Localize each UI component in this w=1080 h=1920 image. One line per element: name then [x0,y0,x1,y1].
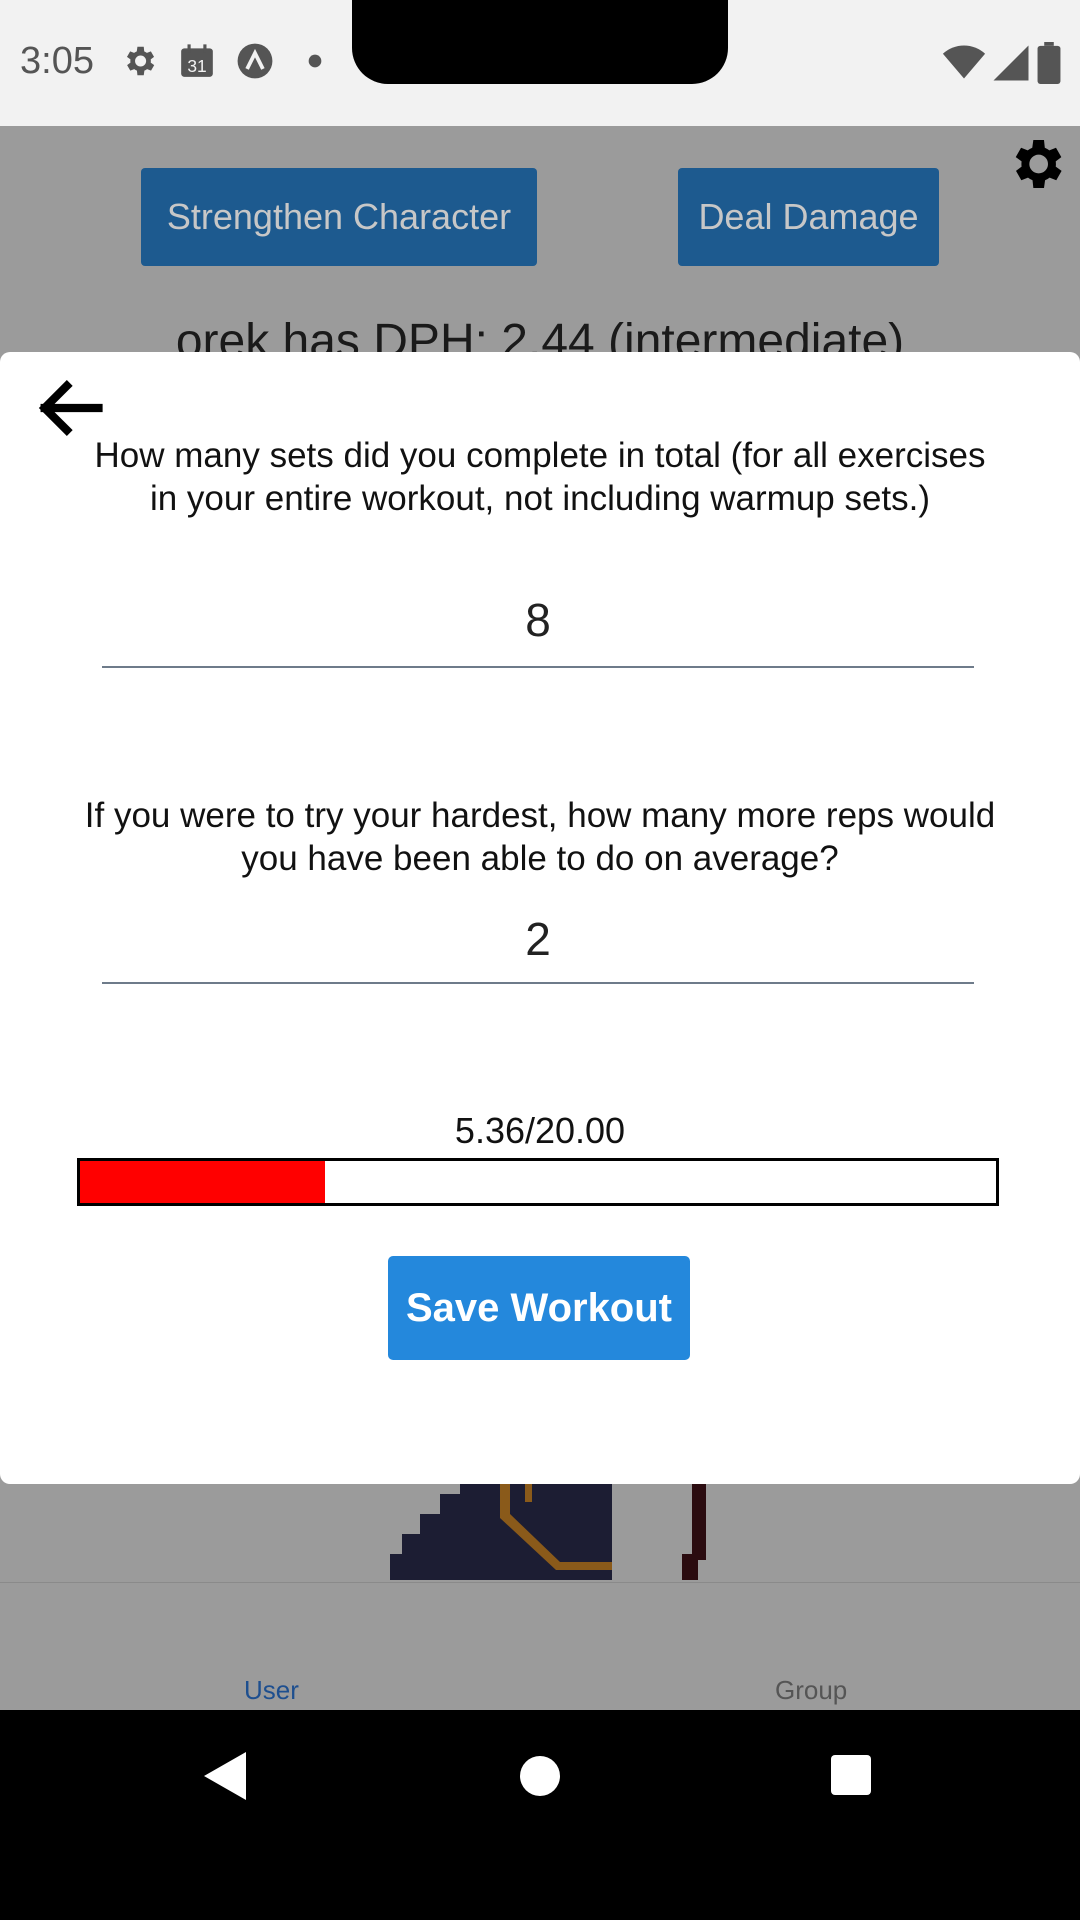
svg-text:31: 31 [187,56,206,76]
save-workout-button[interactable]: Save Workout [388,1256,690,1360]
cellular-signal-icon [993,45,1029,81]
status-time: 3:05 [20,40,94,82]
settings-gear-icon[interactable] [1004,132,1068,196]
system-navigation-bar [0,1710,1080,1920]
reps-question: If you were to try your hardest, how man… [84,796,996,878]
deal-damage-button[interactable]: Deal Damage [678,168,939,266]
bottom-tab-bar: User Group [0,1582,1080,1711]
progress-label: 5.36/20.00 [454,1110,626,1151]
tab-group[interactable]: Group [775,1675,847,1706]
app-notification-icon [237,43,273,79]
battery-icon [1037,42,1061,84]
calendar-icon: 31 [181,44,213,77]
sets-question: How many sets did you complete in total … [94,436,986,518]
wifi-icon [942,45,986,79]
workout-modal: How many sets did you complete in total … [0,352,1080,1484]
recents-square-icon[interactable] [830,1754,872,1796]
tab-user[interactable]: User [244,1675,299,1706]
progress-bar [77,1158,999,1206]
back-triangle-icon[interactable] [200,1750,250,1802]
reps-input[interactable]: 2 [102,908,974,984]
sets-input[interactable]: 8 [102,588,974,668]
settings-gear-icon [126,46,155,76]
status-bar: 3:05 31 [0,0,1080,126]
camera-notch [352,0,728,84]
progress-fill [80,1161,326,1203]
home-circle-icon[interactable] [518,1754,562,1798]
strengthen-character-button[interactable]: Strengthen Character [141,168,537,266]
character-sprite [390,1484,706,1580]
more-notifications-dot-icon [308,54,322,68]
